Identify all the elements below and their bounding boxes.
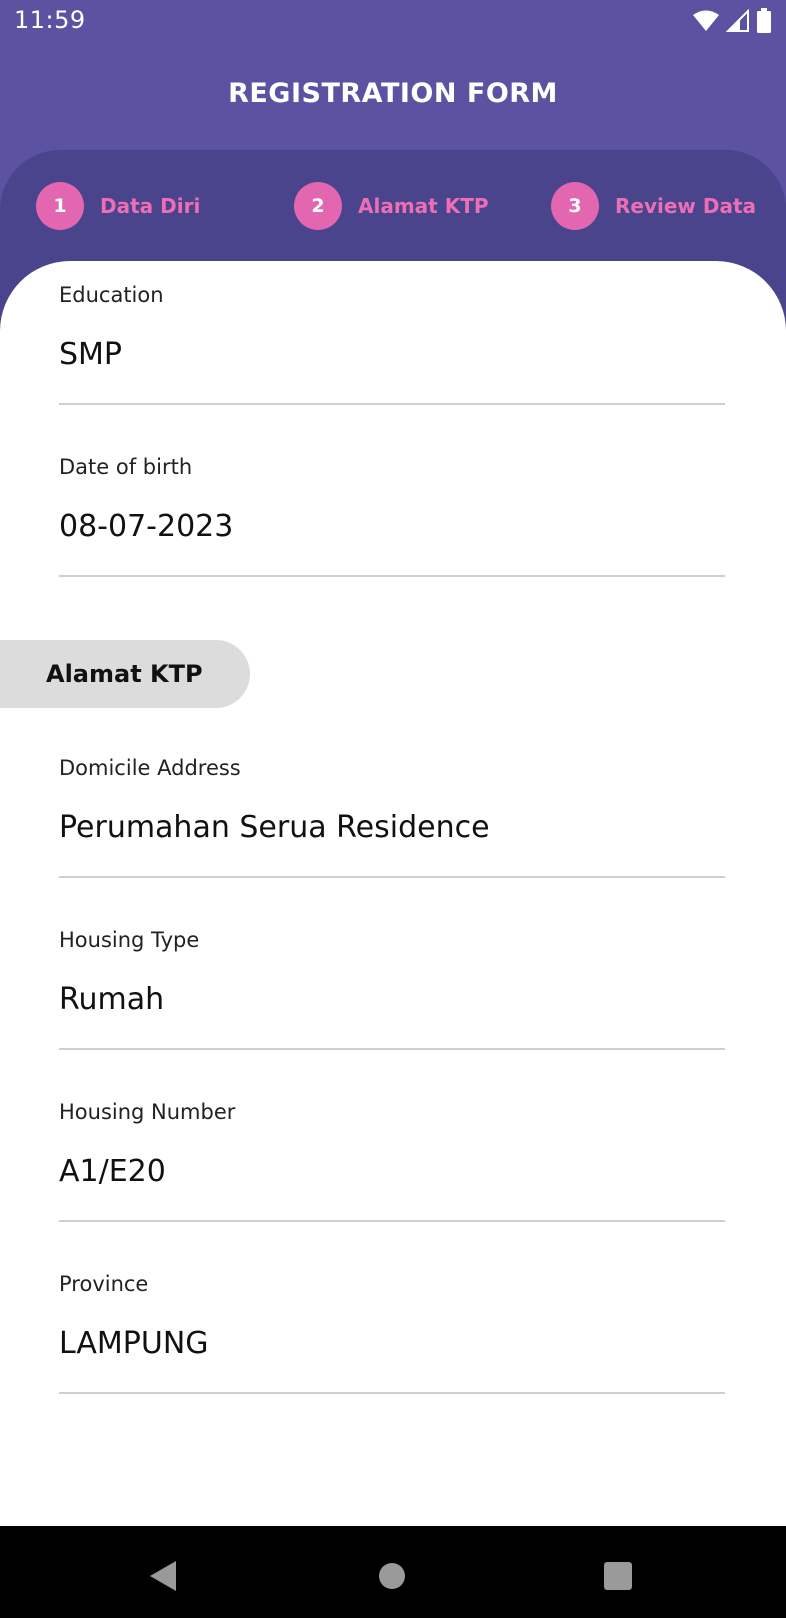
page-title: REGISTRATION FORM (228, 78, 558, 109)
field-label: Date of birth (59, 455, 193, 479)
step-alamat-ktp[interactable]: 2 Alamat KTP (294, 182, 489, 230)
education-field[interactable]: Education SMP (59, 261, 725, 405)
form-content[interactable]: Education SMP Date of birth 08-07-2023 A… (0, 261, 786, 1526)
wifi-icon (692, 9, 720, 33)
housing-number-value[interactable]: A1/E20 (59, 1154, 166, 1189)
housing-type-field[interactable]: Housing Type Rumah (59, 906, 725, 1050)
housing-number-field[interactable]: Housing Number A1/E20 (59, 1078, 725, 1222)
status-bar: 11:59 (0, 0, 786, 44)
battery-icon (756, 8, 772, 34)
home-icon[interactable] (372, 1556, 412, 1596)
signal-icon (726, 9, 750, 33)
date-of-birth-field[interactable]: Date of birth 08-07-2023 (59, 433, 725, 577)
field-label: Province (59, 1272, 149, 1296)
section-title-alamat-ktp: Alamat KTP (0, 640, 250, 708)
step-label: Alamat KTP (358, 194, 489, 218)
housing-type-value[interactable]: Rumah (59, 982, 164, 1017)
step-review-data[interactable]: 3 Review Data (551, 182, 756, 230)
recent-apps-icon[interactable] (598, 1556, 638, 1596)
field-label: Housing Number (59, 1100, 236, 1124)
step-number-badge: 3 (551, 182, 599, 230)
step-label: Data Diri (100, 194, 201, 218)
domicile-address-field[interactable]: Domicile Address Perumahan Serua Residen… (59, 734, 725, 878)
step-data-diri[interactable]: 1 Data Diri (36, 182, 200, 230)
field-label: Housing Type (59, 928, 200, 952)
field-label: Education (59, 283, 164, 307)
domicile-address-value[interactable]: Perumahan Serua Residence (59, 810, 490, 845)
status-time: 11:59 (14, 6, 86, 34)
status-icons (692, 8, 772, 34)
province-field[interactable]: Province LAMPUNG (59, 1250, 725, 1394)
date-of-birth-value[interactable]: 08-07-2023 (59, 509, 233, 544)
back-icon[interactable] (143, 1556, 183, 1596)
step-label: Review Data (615, 194, 757, 218)
province-value[interactable]: LAMPUNG (59, 1326, 209, 1361)
step-number-badge: 1 (36, 182, 84, 230)
field-label: Domicile Address (59, 756, 241, 780)
step-number-badge: 2 (294, 182, 342, 230)
system-nav-bar (0, 1526, 786, 1618)
education-value[interactable]: SMP (59, 337, 122, 372)
